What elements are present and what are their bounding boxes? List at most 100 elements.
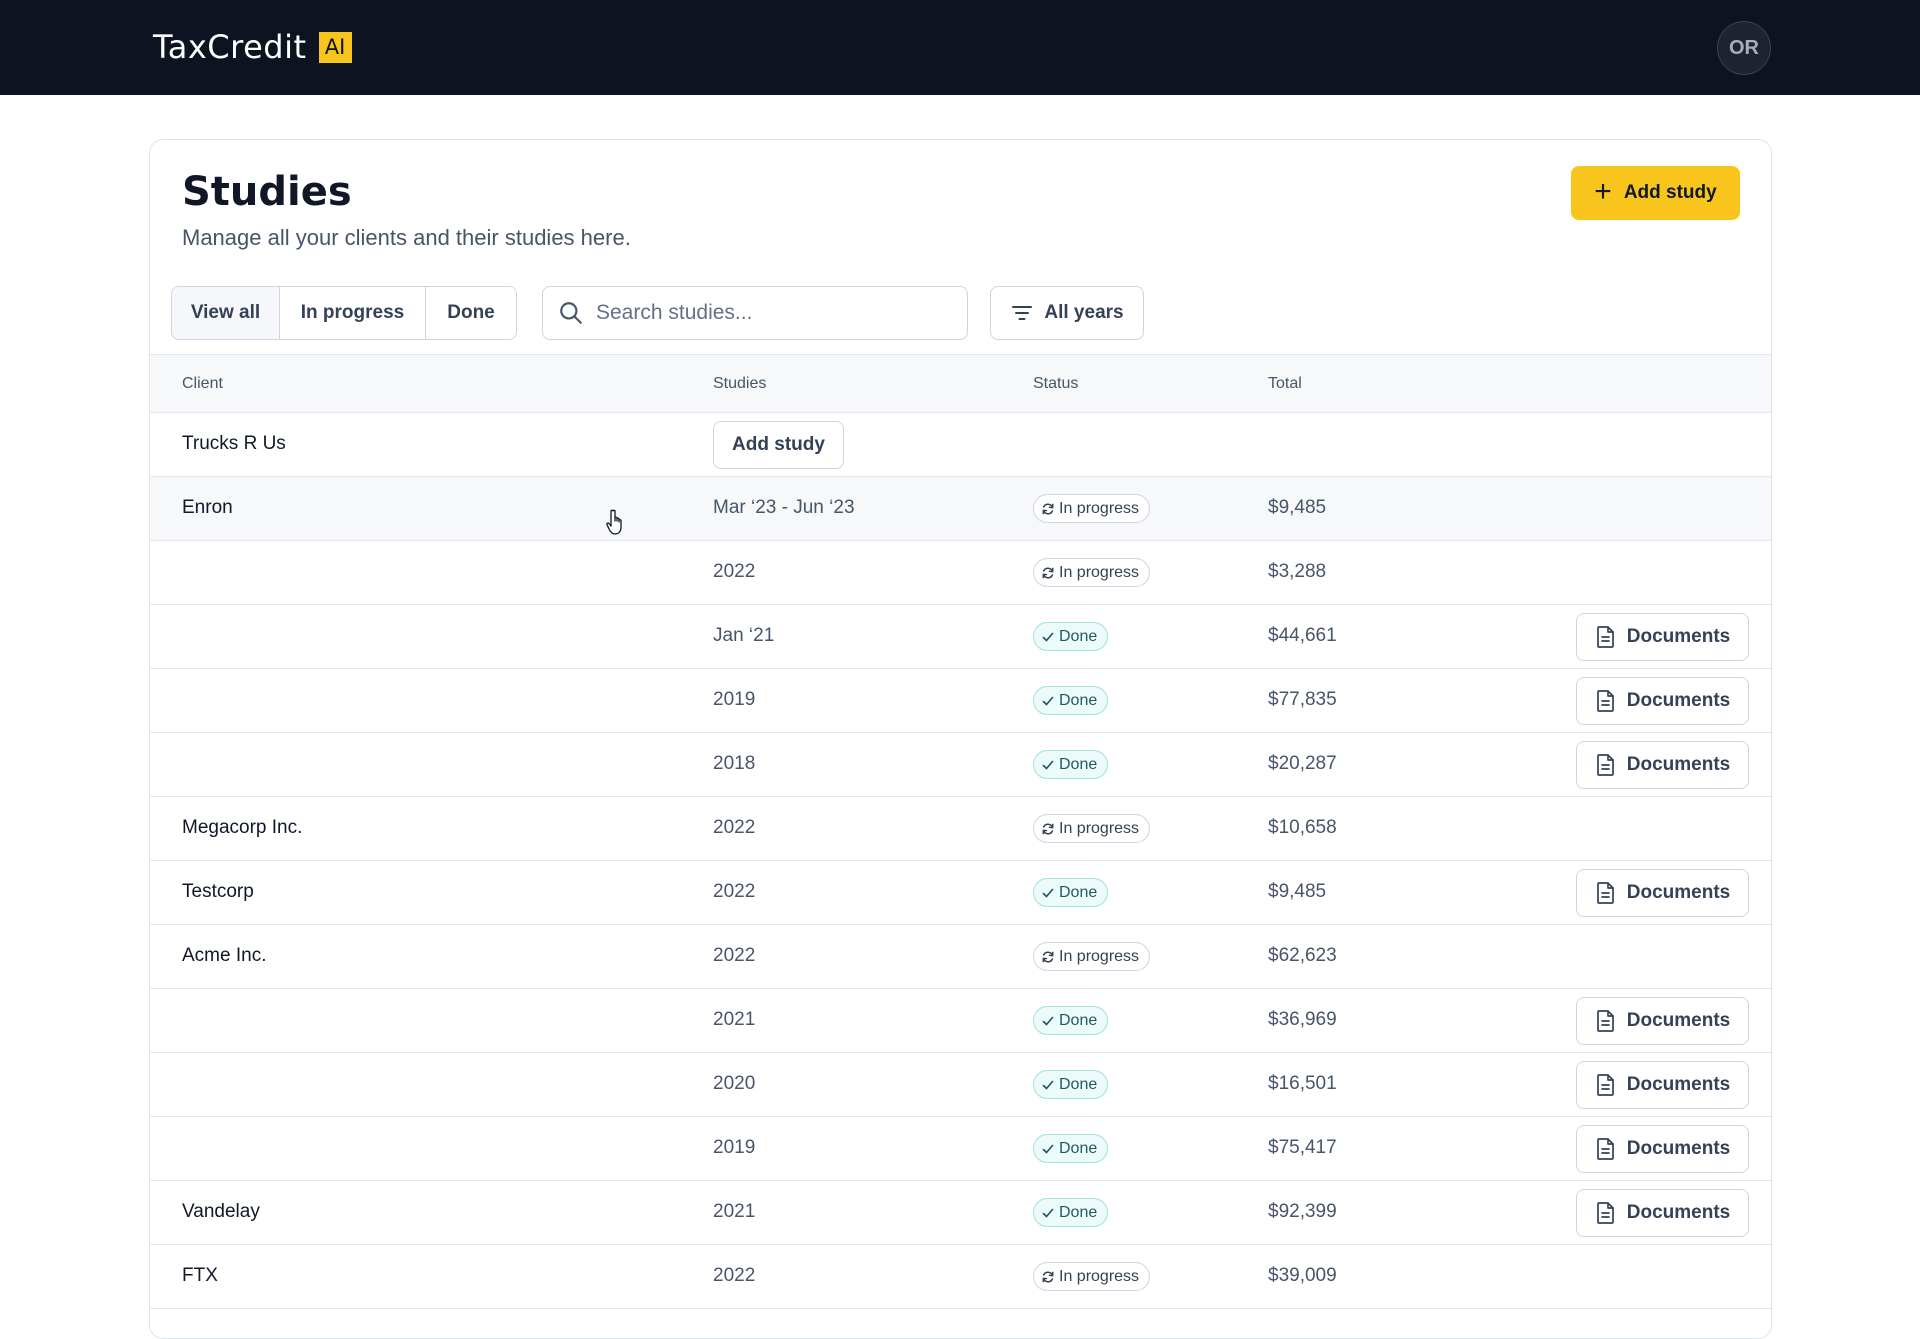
- study-total: $16,501: [1268, 1073, 1337, 1094]
- column-header-studies: Studies: [713, 375, 767, 392]
- study-total: $36,969: [1268, 1009, 1337, 1030]
- status-cell: Done: [1033, 1070, 1109, 1099]
- status-cell: Done: [1033, 686, 1109, 715]
- documents-button[interactable]: Documents: [1576, 997, 1749, 1045]
- check-icon: [1042, 1144, 1054, 1153]
- table-row: Enron Mar ‘23 - Jun ‘23 In progress $9,485: [150, 477, 1771, 541]
- documents-button-label: Documents: [1626, 1202, 1731, 1223]
- document-icon: [1596, 690, 1614, 712]
- status-badge-label: Done: [1059, 1203, 1098, 1221]
- study-period[interactable]: 2019: [713, 689, 755, 711]
- status-cell: In progress: [1033, 494, 1151, 523]
- study-period[interactable]: 2022: [713, 1265, 755, 1287]
- documents-button[interactable]: Documents: [1576, 677, 1749, 725]
- plus-icon: +: [1594, 174, 1612, 208]
- top-navigation-bar: TaxCredit AI OR: [0, 0, 1920, 95]
- document-icon: [1596, 1138, 1614, 1160]
- check-icon: [1042, 888, 1054, 897]
- client-name: Enron: [182, 497, 233, 518]
- table-row: 2018 Done $20,287 Documents: [150, 733, 1771, 797]
- tab-in-progress[interactable]: In progress: [280, 287, 426, 339]
- study-total: $9,485: [1268, 497, 1327, 518]
- document-icon: [1596, 754, 1614, 776]
- table-row: 2019 Done $75,417 Documents: [150, 1117, 1771, 1181]
- table-row: Vandelay 2021 Done $92,399 Documents: [150, 1181, 1771, 1245]
- study-period[interactable]: 2022: [713, 945, 755, 967]
- status-cell: Done: [1033, 1134, 1109, 1163]
- user-avatar[interactable]: OR: [1717, 21, 1771, 75]
- table-body: Trucks R Us Add study Enron Mar ‘23 - Jun ‘…: [150, 413, 1771, 1309]
- table-row: Jan ‘21 Done $44,661 Documents: [150, 605, 1771, 669]
- year-filter-button[interactable]: All years: [990, 286, 1144, 340]
- status-cell: Done: [1033, 878, 1109, 907]
- study-period[interactable]: 2022: [713, 817, 755, 839]
- study-period[interactable]: 2020: [713, 1073, 755, 1095]
- status-badge-label: In progress: [1059, 1267, 1140, 1285]
- refresh-icon: [1042, 503, 1054, 514]
- study-period[interactable]: 2018: [713, 753, 755, 775]
- study-period[interactable]: Mar ‘23 - Jun ‘23: [713, 497, 855, 519]
- status-cell: Done: [1033, 622, 1109, 651]
- app-logo[interactable]: TaxCredit AI: [153, 28, 352, 66]
- add-study-button[interactable]: + Add study: [1571, 166, 1740, 220]
- tab-view-all[interactable]: View all: [172, 287, 280, 339]
- study-total: $92,399: [1268, 1201, 1337, 1222]
- status-cell: In progress: [1033, 814, 1151, 843]
- client-name: Acme Inc.: [182, 945, 267, 966]
- study-total: $20,287: [1268, 753, 1337, 774]
- documents-button[interactable]: Documents: [1576, 613, 1749, 661]
- hand-pointer-cursor-icon: [606, 509, 622, 535]
- status-badge-label: In progress: [1059, 563, 1140, 581]
- status-badge: In progress: [1033, 494, 1151, 523]
- documents-button-label: Documents: [1626, 882, 1731, 903]
- status-cell: Done: [1033, 1198, 1109, 1227]
- table-row: 2020 Done $16,501 Documents: [150, 1053, 1771, 1117]
- refresh-icon: [1042, 823, 1054, 834]
- documents-button[interactable]: Documents: [1576, 741, 1749, 789]
- search-input[interactable]: [596, 301, 956, 325]
- filter-icon: [1012, 306, 1033, 320]
- status-badge-label: Done: [1059, 1075, 1098, 1093]
- study-period[interactable]: 2021: [713, 1009, 755, 1031]
- documents-button[interactable]: Documents: [1576, 869, 1749, 917]
- column-header-status: Status: [1033, 375, 1079, 392]
- status-badge: Done: [1033, 1134, 1109, 1163]
- status-badge: Done: [1033, 1006, 1109, 1035]
- status-badge: In progress: [1033, 942, 1151, 971]
- year-filter-label: All years: [1044, 302, 1124, 323]
- documents-button[interactable]: Documents: [1576, 1125, 1749, 1173]
- status-filter-tabs: View all In progress Done: [171, 286, 517, 340]
- status-badge: Done: [1033, 750, 1109, 779]
- table-row: Megacorp Inc. 2022 In progress $10,658: [150, 797, 1771, 861]
- status-cell: Done: [1033, 1006, 1109, 1035]
- refresh-icon: [1042, 951, 1054, 962]
- document-icon: [1596, 1202, 1614, 1224]
- documents-button-label: Documents: [1626, 1074, 1731, 1095]
- logo-ai-badge: AI: [318, 31, 352, 63]
- check-icon: [1042, 696, 1054, 705]
- refresh-icon: [1042, 567, 1054, 578]
- status-badge-label: Done: [1059, 755, 1098, 773]
- study-period[interactable]: 2019: [713, 1137, 755, 1159]
- document-icon: [1596, 1074, 1614, 1096]
- status-badge: Done: [1033, 622, 1109, 651]
- table-row: Trucks R Us Add study: [150, 413, 1771, 477]
- status-cell: Done: [1033, 750, 1109, 779]
- study-period[interactable]: 2022: [713, 881, 755, 903]
- table-row: Testcorp 2022 Done $9,485 Documents: [150, 861, 1771, 925]
- status-badge-label: Done: [1059, 691, 1098, 709]
- documents-button[interactable]: Documents: [1576, 1061, 1749, 1109]
- page-subtitle: Manage all your clients and their studie…: [182, 225, 631, 250]
- study-period[interactable]: 2022: [713, 561, 755, 583]
- table-row: FTX 2022 In progress $39,009: [150, 1245, 1771, 1309]
- tab-done[interactable]: Done: [426, 287, 516, 339]
- document-icon: [1596, 1010, 1614, 1032]
- row-add-study-button[interactable]: Add study: [713, 421, 844, 469]
- status-cell: In progress: [1033, 1262, 1151, 1291]
- study-period[interactable]: Jan ‘21: [713, 625, 774, 647]
- document-icon: [1596, 626, 1614, 648]
- client-name: Megacorp Inc.: [182, 817, 303, 838]
- study-period[interactable]: 2021: [713, 1201, 755, 1223]
- documents-button[interactable]: Documents: [1576, 1189, 1749, 1237]
- column-header-client: Client: [182, 375, 223, 392]
